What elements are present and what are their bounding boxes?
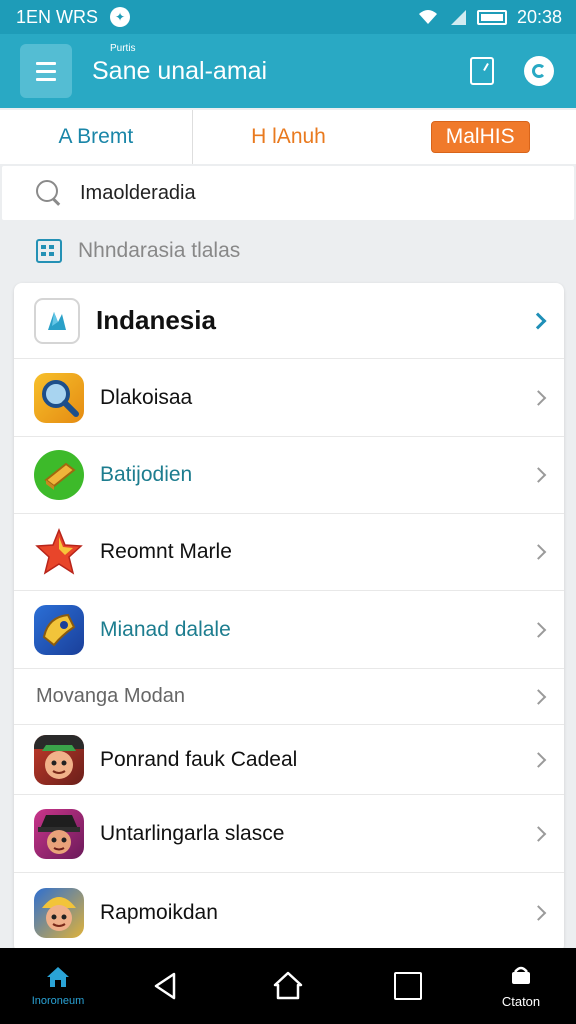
app-bar: Purtis Sane unal-amai xyxy=(0,34,576,108)
list-item-label: Ponrand fauk Cadeal xyxy=(100,747,298,771)
magnifier-game-icon xyxy=(34,372,84,423)
list-item[interactable]: Untarlingarla slasce xyxy=(14,795,564,873)
navigation-bar: Inoroneum Ctaton xyxy=(0,948,576,1024)
character-hat-icon xyxy=(34,808,84,859)
list-item-label: Rapmoikdan xyxy=(100,901,218,924)
status-bar: 1EN WRS ✦ 20:38 xyxy=(0,0,576,34)
list-item-label: Dlakoisaa xyxy=(100,385,193,409)
chevron-right-icon xyxy=(530,688,547,705)
list-header-label: Indanesia xyxy=(96,305,216,335)
list-item-label: Batijodien xyxy=(100,463,193,486)
chevron-right-icon xyxy=(530,825,547,842)
chevron-right-icon xyxy=(529,312,547,329)
nav-cart-label: Ctaton xyxy=(501,993,541,1009)
star-icon xyxy=(34,527,84,577)
search-input[interactable]: Imaolderadia xyxy=(80,182,196,205)
app-subtitle: Purtis xyxy=(110,42,136,54)
section-title: Nhndarasia tlalas xyxy=(78,239,241,262)
horn-game-icon xyxy=(34,604,84,655)
list-item[interactable]: Batijodien xyxy=(14,437,564,514)
chevron-right-icon xyxy=(530,389,547,406)
section-header: Nhndarasia tlalas xyxy=(0,226,576,276)
tab-label: H lAnuh xyxy=(251,125,326,148)
list-item-label: Reomnt Marle xyxy=(100,540,232,563)
tab-malhis[interactable]: MalHIS xyxy=(384,110,576,164)
search-icon xyxy=(36,180,62,206)
recent-apps-icon[interactable] xyxy=(394,972,422,1000)
list-item[interactable]: Ponrand fauk Cadeal xyxy=(14,725,564,795)
tab-lanuh[interactable]: H lAnuh xyxy=(193,110,385,164)
tab-brent[interactable]: A Bremt xyxy=(0,110,193,164)
app-title-group: Purtis Sane unal-amai xyxy=(92,43,268,86)
home-button-icon[interactable] xyxy=(272,970,304,1002)
battery-icon xyxy=(476,9,507,25)
app-logo-icon xyxy=(34,297,80,344)
chevron-right-icon xyxy=(530,467,547,483)
chevron-right-icon xyxy=(530,905,547,921)
gold-bar-icon xyxy=(34,450,84,500)
list-item-label: Untarlingarla slasce xyxy=(100,821,285,845)
list-header-indanesia[interactable]: Indanesia xyxy=(14,283,564,359)
status-time: 20:38 xyxy=(516,6,562,27)
home-icon xyxy=(47,967,69,987)
nav-cart-tab[interactable]: Ctaton xyxy=(496,948,546,1024)
list-item[interactable]: Reomnt Marle xyxy=(14,514,564,591)
list-item-label: Mianad dalale xyxy=(100,617,231,641)
signal-icon xyxy=(450,10,466,25)
calendar-icon xyxy=(36,239,62,263)
character-blue-icon xyxy=(34,888,84,938)
chevron-right-icon xyxy=(530,621,547,638)
document-icon[interactable] xyxy=(470,57,494,85)
tab-label-selected: MalHIS xyxy=(430,121,530,153)
list-item[interactable]: Mianad dalale xyxy=(14,591,564,669)
back-icon[interactable] xyxy=(150,970,182,1002)
list-subheader-label: Movanga Modan xyxy=(36,685,185,707)
tab-bar: A Bremt H lAnuh MalHIS xyxy=(0,110,576,164)
list-item[interactable]: Dlakoisaa xyxy=(14,359,564,437)
list-item[interactable]: Rapmoikdan xyxy=(14,873,564,953)
category-card: Indanesia Dlakoisaa Batijodien Reomnt Ma… xyxy=(14,283,564,953)
list-subheader[interactable]: Movanga Modan xyxy=(14,669,564,725)
notification-icon: ✦ xyxy=(110,7,131,27)
wifi-icon xyxy=(418,10,437,24)
character-icon xyxy=(34,734,84,785)
search-bar[interactable]: Imaolderadia xyxy=(2,166,574,220)
nav-home-label: Inoroneum xyxy=(31,995,85,1007)
menu-icon[interactable] xyxy=(20,44,72,98)
tab-label: A Bremt xyxy=(58,125,134,148)
refresh-icon[interactable] xyxy=(524,56,554,86)
status-left-text: 1EN WRS xyxy=(16,6,99,27)
chevron-right-icon xyxy=(530,751,547,768)
cart-icon xyxy=(512,966,530,984)
app-title: Sane unal-amai xyxy=(92,56,268,85)
nav-home-tab[interactable]: Inoroneum xyxy=(28,948,88,1024)
chevron-right-icon xyxy=(530,544,547,560)
